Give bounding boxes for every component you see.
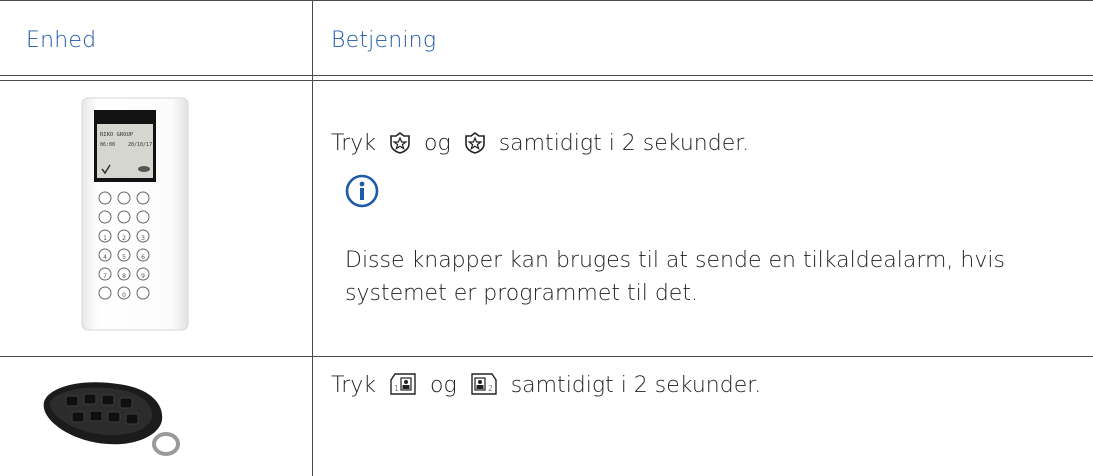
- table-top-rule: [0, 0, 1093, 1]
- svg-text:20/10/17: 20/10/17: [128, 142, 152, 148]
- svg-text:0: 0: [122, 292, 126, 299]
- row2-instruction-joiner: og: [430, 373, 457, 398]
- column-divider: [312, 0, 313, 476]
- svg-text:5: 5: [122, 254, 126, 261]
- header-betjening: Betjening: [331, 28, 437, 53]
- svg-text:4: 4: [103, 254, 107, 261]
- row1-instruction: Tryk og samtidigt i 2 sekunder.: [331, 128, 749, 164]
- svg-text:2: 2: [488, 384, 493, 393]
- remote-button-2-icon: 2: [470, 372, 498, 406]
- svg-text:9: 9: [141, 273, 145, 280]
- svg-text:2: 2: [122, 235, 126, 242]
- key-fob-remote-image: [38, 374, 188, 468]
- svg-text:6: 6: [141, 254, 145, 261]
- row2-instruction-suffix: samtidigt i 2 sekunder.: [510, 373, 762, 398]
- row-divider: [0, 356, 1093, 357]
- info-icon: [345, 174, 379, 212]
- svg-text:8: 8: [122, 273, 126, 280]
- remote-button-1-icon: 1: [389, 372, 417, 406]
- row1-instruction-joiner: og: [424, 131, 451, 156]
- row2-instruction: Tryk 1 og 2 samtidigt i 2 sekunder.: [331, 370, 761, 406]
- header-rule-top: [0, 75, 1093, 76]
- svg-text:1: 1: [103, 235, 107, 242]
- header-enhed: Enhed: [26, 28, 97, 53]
- svg-text:7: 7: [103, 273, 107, 280]
- svg-text:06:00: 06:00: [100, 142, 115, 148]
- row2-instruction-prefix: Tryk: [331, 373, 377, 398]
- row1-instruction-suffix: samtidigt i 2 sekunder.: [498, 131, 750, 156]
- svg-text:3: 3: [141, 235, 145, 242]
- police-panic-button-icon: [389, 132, 411, 164]
- police-panic-button-icon: [464, 132, 486, 164]
- svg-text:1: 1: [394, 384, 399, 393]
- header-rule-bottom: [0, 80, 1093, 81]
- row1-instruction-prefix: Tryk: [331, 131, 377, 156]
- wireless-keypad-image: RIKO GROUP 06:00 20/10/17 1 2 3 4 5 6 7 8 9 0: [80, 96, 190, 336]
- operation-table: Enhed Betjening RIKO GROUP 06:00 20/10/1…: [0, 0, 1093, 476]
- row1-note-text: Disse knapper kan bruges til at sende en…: [345, 248, 1005, 306]
- keypad-screen-line1: RIKO GROUP: [100, 132, 134, 138]
